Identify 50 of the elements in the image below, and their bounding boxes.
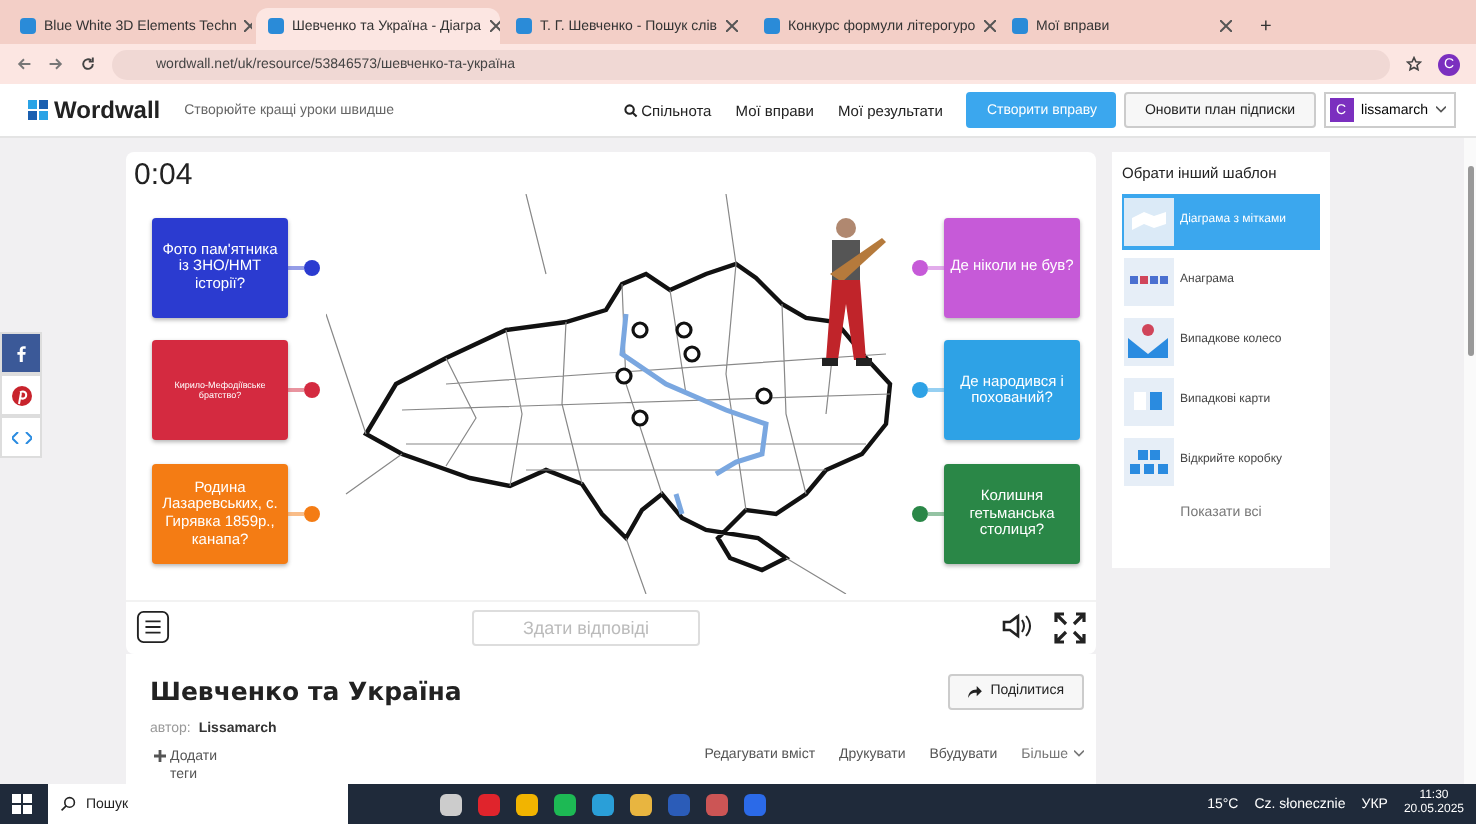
taskbar-app-icon[interactable]: [630, 793, 652, 815]
taskbar-app-icon[interactable]: [554, 793, 576, 815]
pinterest-share-button[interactable]: [0, 374, 42, 416]
site-favicon-icon: [516, 18, 532, 34]
caret-icon: [1074, 750, 1084, 759]
connector-dot[interactable]: [912, 259, 928, 276]
site-favicon-icon: [764, 18, 780, 34]
search-icon: [60, 796, 76, 812]
speaker-icon[interactable]: [1002, 611, 1034, 644]
share-arrow-icon: [968, 685, 983, 698]
connector-dot[interactable]: [304, 382, 320, 399]
back-arrow-icon[interactable]: [16, 56, 32, 72]
close-icon[interactable]: [983, 20, 996, 32]
site-favicon-icon: [20, 18, 36, 34]
star-icon[interactable]: [1406, 56, 1422, 72]
taskbar-app-icon[interactable]: [592, 793, 614, 815]
search-icon: [623, 103, 638, 117]
template-thumbnail: [1124, 198, 1174, 247]
menu-icon[interactable]: [136, 610, 170, 645]
template-thumbnail: [1124, 258, 1174, 307]
forward-arrow-icon[interactable]: [48, 56, 64, 72]
embed-share-button[interactable]: [0, 416, 42, 458]
connector-dot[interactable]: [912, 505, 928, 522]
new-tab-button[interactable]: +: [1248, 16, 1272, 44]
facebook-share-button[interactable]: [0, 332, 42, 374]
connector-dot[interactable]: [304, 259, 320, 276]
close-icon[interactable]: [489, 20, 500, 32]
wordwall-logo[interactable]: Wordwall: [28, 96, 161, 124]
caret-icon: [1436, 106, 1446, 114]
taskbar-app-icon[interactable]: [440, 793, 462, 815]
template-thumbnail: [1124, 378, 1174, 427]
windows-start-icon[interactable]: [12, 794, 32, 814]
scrollbar-thumb[interactable]: [1467, 166, 1473, 356]
facebook-icon: [12, 344, 30, 362]
close-icon[interactable]: [725, 20, 737, 32]
connector-dot[interactable]: [912, 382, 928, 399]
fullscreen-icon[interactable]: [1054, 611, 1086, 644]
plus-icon: [154, 749, 166, 762]
activity-title: Шевченко та Україна: [150, 676, 462, 707]
template-thumbnail: [1124, 318, 1174, 367]
reload-icon[interactable]: [80, 56, 96, 72]
site-favicon-icon: [268, 18, 284, 34]
site-favicon-icon: [1012, 18, 1028, 34]
template-thumbnail: [1124, 438, 1174, 487]
pinterest-icon: [11, 385, 31, 405]
timer: 0:04: [132, 156, 195, 194]
connector-dot[interactable]: [304, 505, 320, 522]
code-icon: [11, 431, 31, 443]
taskbar-app-icon[interactable]: [516, 793, 538, 815]
close-icon[interactable]: [1220, 20, 1232, 32]
